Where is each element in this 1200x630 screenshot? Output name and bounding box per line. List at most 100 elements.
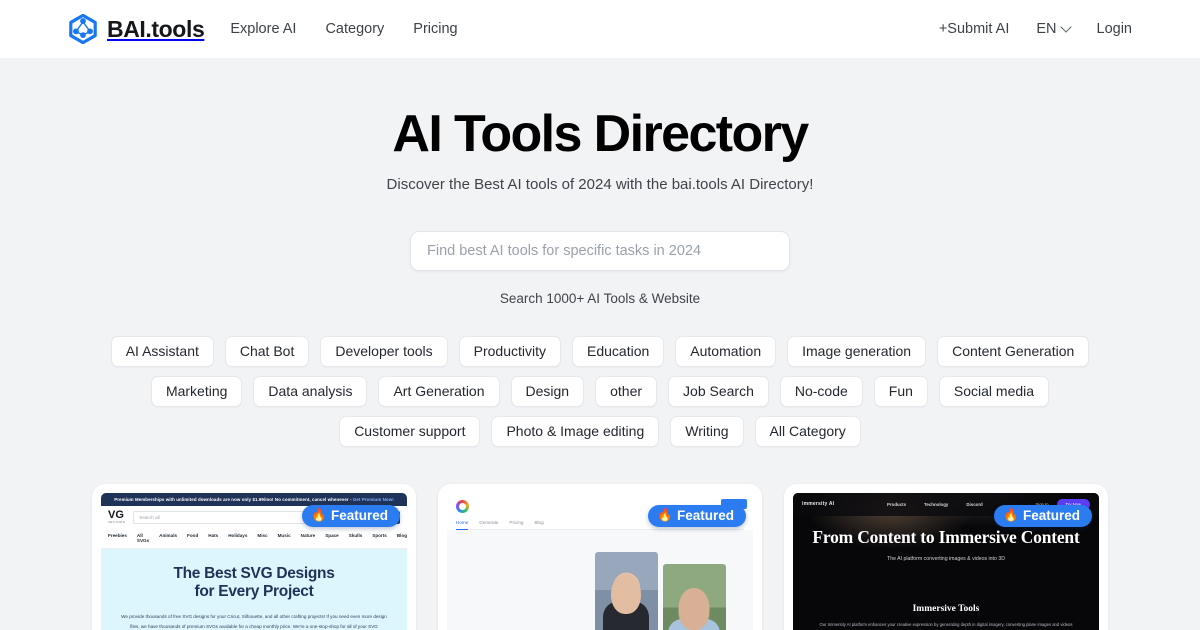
shot-hero: Professional headshot Generator by AI Cr… bbox=[447, 529, 753, 630]
shot-nav-item: Music bbox=[277, 532, 291, 538]
page-title: AI Tools Directory bbox=[392, 105, 809, 163]
tool-card-grid: 🔥 Featured Premium Memberships with unli… bbox=[92, 483, 1108, 630]
shot-nav-item: Nature bbox=[300, 532, 316, 538]
category-tag[interactable]: Developer tools bbox=[320, 335, 448, 367]
shot-nav-item: Blog bbox=[534, 519, 544, 525]
category-tag[interactable]: All Category bbox=[754, 415, 861, 447]
flame-icon: 🔥 bbox=[1003, 508, 1019, 523]
category-tag[interactable]: Fun bbox=[873, 375, 928, 407]
nav-item-category[interactable]: Category bbox=[325, 21, 384, 37]
shot-nav-item: Food bbox=[187, 532, 199, 538]
shot-logo-text: VG bbox=[108, 508, 124, 521]
shot-nav-item: Space bbox=[325, 532, 339, 538]
headshot-photo-male bbox=[662, 563, 726, 630]
search-area bbox=[0, 230, 1200, 271]
submit-ai-button[interactable]: +Submit AI bbox=[939, 21, 1010, 37]
shot-headline: From Content to Immersive Content bbox=[812, 526, 1080, 547]
shot-photo-group bbox=[594, 540, 743, 630]
category-tag[interactable]: Chat Bot bbox=[224, 335, 310, 367]
status-badge-label: Featured bbox=[1022, 507, 1080, 523]
category-tag[interactable]: Education bbox=[572, 335, 665, 367]
shot-search-placeholder: Search all bbox=[139, 514, 160, 520]
category-tag[interactable]: Writing bbox=[670, 415, 744, 447]
search-input[interactable] bbox=[427, 242, 773, 259]
rainbow-ring-icon bbox=[456, 500, 469, 513]
category-tag-list: AI Assistant Chat Bot Developer tools Pr… bbox=[105, 335, 1095, 447]
category-tag[interactable]: Job Search bbox=[668, 375, 769, 407]
brand-name: BAI.tools bbox=[107, 15, 205, 42]
category-tag[interactable]: other bbox=[595, 375, 658, 407]
nav-item-explore-ai[interactable]: Explore AI bbox=[230, 21, 296, 37]
shot-headline-line: The Best SVG Designs bbox=[173, 564, 335, 582]
shot-section-title: Immersive Tools bbox=[912, 603, 980, 614]
search-note: Search 1000+ AI Tools & Website bbox=[499, 290, 701, 306]
shot-nav-item: Animals bbox=[159, 532, 178, 538]
search-box[interactable] bbox=[410, 230, 790, 271]
status-badge: 🔥 Featured bbox=[994, 504, 1092, 528]
category-tag[interactable]: No-code bbox=[779, 375, 863, 407]
page-subtitle: Discover the Best AI tools of 2024 with … bbox=[386, 175, 814, 193]
nav-item-pricing[interactable]: Pricing bbox=[413, 21, 457, 37]
category-tag[interactable]: Customer support bbox=[339, 415, 481, 447]
shot-nav-item: Generate bbox=[479, 519, 499, 525]
tool-card[interactable]: 🔥 Featured Home Generate Pricing Blog Pr… bbox=[438, 483, 762, 630]
status-badge-label: Featured bbox=[330, 507, 388, 523]
shot-nav-item: Pricing bbox=[509, 519, 524, 525]
category-tag[interactable]: Design bbox=[510, 375, 585, 407]
shot-nav-item: Freebies bbox=[108, 532, 127, 538]
shot-nav: Freebies All SVGs Animals Food Hats Holi… bbox=[101, 529, 407, 549]
header-actions: +Submit AI EN Login bbox=[939, 21, 1132, 37]
promo-link: Get Premium Now! bbox=[352, 496, 394, 502]
promo-banner: Premium Memberships with unlimited downl… bbox=[101, 492, 407, 506]
shot-logo-sub: VECTORS bbox=[108, 519, 126, 524]
category-tag[interactable]: Content Generation bbox=[937, 335, 1090, 367]
category-tag[interactable]: Marketing bbox=[150, 375, 243, 407]
shot-nav-item: Sports bbox=[372, 532, 387, 538]
shot-nav-item: Discord bbox=[966, 501, 983, 507]
language-label: EN bbox=[1036, 21, 1057, 37]
shot-nav-item: Technology bbox=[924, 501, 949, 507]
flame-icon: 🔥 bbox=[311, 508, 327, 523]
shot-paragraph: We provide thousands of free SVG designs… bbox=[121, 614, 387, 629]
shot-subhead: The AI platform converting images & vide… bbox=[887, 555, 1005, 562]
chevron-down-icon bbox=[1059, 21, 1072, 33]
category-tag[interactable]: AI Assistant bbox=[110, 335, 214, 367]
flame-icon: 🔥 bbox=[657, 508, 673, 523]
shot-paragraph: Our Immersity AI platform enhances your … bbox=[819, 621, 1073, 630]
shot-nav-item: Blog bbox=[396, 532, 407, 538]
shot-headline: The Best SVG Designs for Every Project bbox=[119, 565, 389, 602]
shot-logo-text: immersity AI bbox=[802, 501, 835, 508]
hexagon-network-icon bbox=[69, 14, 97, 44]
shot-nav-item: Home bbox=[456, 520, 469, 530]
main-nav: Explore AI Category Pricing bbox=[230, 21, 457, 37]
category-tag[interactable]: Social media bbox=[938, 375, 1050, 407]
shot-nav: Products Technology Discord bbox=[887, 502, 983, 507]
headshot-photo-female bbox=[594, 551, 658, 630]
category-tag[interactable]: Art Generation bbox=[378, 375, 500, 407]
status-badge-label: Featured bbox=[676, 507, 734, 523]
shot-nav-item: Skulls bbox=[348, 532, 363, 538]
status-badge: 🔥 Featured bbox=[302, 504, 400, 528]
shot-hero: The Best SVG Designs for Every Project W… bbox=[101, 548, 407, 630]
shot-logo: VG VECTORS bbox=[108, 508, 126, 524]
shot-nav-item: Hats bbox=[208, 532, 219, 538]
promo-text: Premium Memberships with unlimited downl… bbox=[114, 496, 352, 502]
tool-card[interactable]: 🔥 Featured immersity AI Products Technol… bbox=[784, 483, 1108, 630]
shot-nav-item: Products bbox=[887, 501, 907, 507]
category-tag[interactable]: Image generation bbox=[787, 335, 927, 367]
shot-nav-item: Holidays bbox=[228, 532, 248, 538]
shot-nav-item: All SVGs bbox=[136, 532, 150, 543]
category-tag[interactable]: Automation bbox=[675, 335, 777, 367]
category-tag[interactable]: Photo & Image editing bbox=[491, 415, 660, 447]
language-selector[interactable]: EN bbox=[1036, 21, 1072, 37]
shot-headline-line: for Every Project bbox=[194, 582, 314, 600]
tool-card[interactable]: 🔥 Featured Premium Memberships with unli… bbox=[92, 483, 416, 630]
category-tag[interactable]: Productivity bbox=[458, 335, 561, 367]
brand-logo-link[interactable]: BAI.tools bbox=[68, 14, 205, 44]
login-button[interactable]: Login bbox=[1097, 21, 1132, 37]
category-tag[interactable]: Data analysis bbox=[253, 375, 368, 407]
shot-nav-item: Misc bbox=[257, 532, 268, 538]
site-header: BAI.tools Explore AI Category Pricing +S… bbox=[0, 0, 1200, 58]
status-badge: 🔥 Featured bbox=[648, 504, 746, 528]
hero-section: AI Tools Directory Discover the Best AI … bbox=[0, 58, 1200, 193]
